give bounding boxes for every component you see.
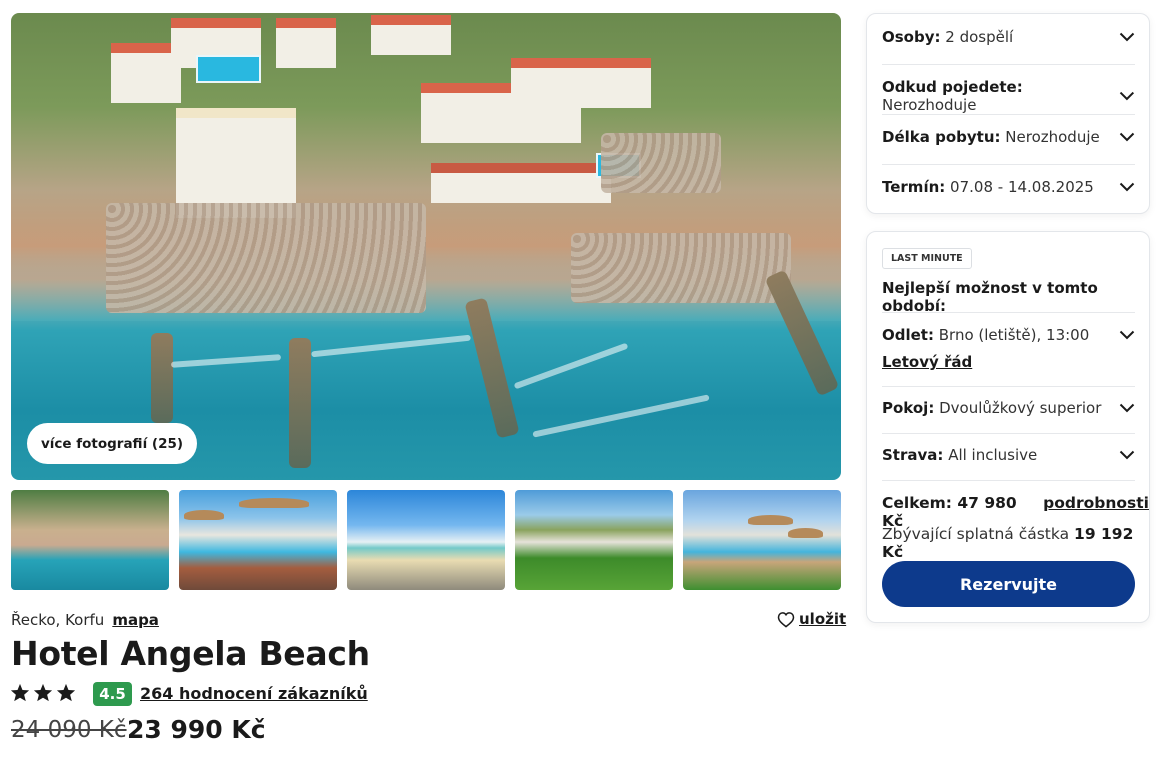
departure-from-text: Odkud pojedete: Nerozhoduje bbox=[882, 78, 1119, 114]
remaining-label: Zbývající splatná částka bbox=[882, 525, 1070, 543]
divider bbox=[882, 64, 1135, 65]
term-dropdown[interactable]: Termín: 07.08 - 14.08.2025 bbox=[882, 178, 1135, 196]
term-value: 07.08 - 14.08.2025 bbox=[950, 178, 1094, 196]
room-value: Dvoulůžkový superior bbox=[939, 399, 1102, 417]
hotel-main-photo[interactable] bbox=[11, 13, 841, 480]
departure-from-label: Odkud pojedete: bbox=[882, 78, 1023, 96]
photo-parasols bbox=[571, 233, 791, 303]
photo-building bbox=[276, 18, 336, 68]
gallery-thumbnail[interactable] bbox=[179, 490, 337, 590]
persons-label: Osoby: bbox=[882, 28, 941, 46]
offer-panel: LAST MINUTE Nejlepší možnost v tomto obd… bbox=[866, 231, 1150, 623]
persons-dropdown[interactable]: Osoby: 2 dospělí bbox=[882, 28, 1135, 46]
save-label: uložit bbox=[799, 610, 847, 628]
board-value: All inclusive bbox=[948, 446, 1038, 464]
divider bbox=[882, 312, 1135, 313]
room-dropdown[interactable]: Pokoj: Dvoulůžkový superior bbox=[882, 399, 1135, 417]
departure-from-dropdown[interactable]: Odkud pojedete: Nerozhoduje bbox=[882, 78, 1135, 114]
stay-length-label: Délka pobytu: bbox=[882, 128, 1001, 146]
remaining-amount: Zbývající splatná částka 19 192 Kč bbox=[882, 525, 1149, 561]
star-icon bbox=[33, 683, 53, 702]
gallery-thumbnail[interactable] bbox=[11, 490, 169, 590]
stay-length-dropdown[interactable]: Délka pobytu: Nerozhoduje bbox=[882, 128, 1135, 146]
search-filters-panel: Osoby: 2 dospělí Odkud pojedete: Nerozho… bbox=[866, 13, 1150, 214]
chevron-down-icon bbox=[1119, 32, 1135, 42]
photo-wave bbox=[532, 394, 710, 438]
reserve-button[interactable]: Rezervujte bbox=[882, 561, 1135, 607]
photo-pier bbox=[151, 333, 173, 423]
more-photos-button[interactable]: více fotografií (25) bbox=[27, 423, 197, 464]
gallery-thumbnail[interactable] bbox=[683, 490, 841, 590]
map-link[interactable]: mapa bbox=[112, 611, 159, 629]
photo-parasols bbox=[106, 203, 426, 313]
photo-umbrella bbox=[184, 510, 224, 520]
photo-pool bbox=[196, 55, 261, 83]
board-label: Strava: bbox=[882, 446, 944, 464]
photo-umbrella bbox=[788, 528, 823, 538]
old-price: 24 090 Kč bbox=[11, 717, 127, 743]
reviews-link[interactable]: 264 hodnocení zákazníků bbox=[140, 684, 368, 703]
photo-building bbox=[431, 163, 611, 203]
chevron-down-icon bbox=[1119, 450, 1135, 460]
board-dropdown[interactable]: Strava: All inclusive bbox=[882, 446, 1135, 464]
flight-label: Odlet: bbox=[882, 326, 934, 344]
flight-text: Odlet: Brno (letiště), 13:00 bbox=[882, 326, 1089, 344]
rating-badge: 4.5 bbox=[93, 682, 132, 706]
departure-from-value: Nerozhoduje bbox=[882, 96, 977, 114]
photo-building bbox=[176, 108, 296, 218]
hotel-location: Řecko, Korfu mapa bbox=[11, 611, 159, 629]
term-text: Termín: 07.08 - 14.08.2025 bbox=[882, 178, 1094, 196]
photo-wave bbox=[311, 334, 471, 358]
photo-parasols bbox=[601, 133, 721, 193]
location-text: Řecko, Korfu bbox=[11, 611, 105, 629]
star-rating bbox=[10, 683, 76, 702]
chevron-down-icon bbox=[1119, 330, 1135, 340]
photo-umbrella bbox=[239, 498, 309, 508]
divider bbox=[882, 114, 1135, 115]
divider bbox=[882, 480, 1135, 481]
save-button[interactable]: uložit bbox=[777, 610, 846, 628]
chevron-down-icon bbox=[1119, 91, 1135, 101]
flight-dropdown[interactable]: Odlet: Brno (letiště), 13:00 bbox=[882, 326, 1135, 344]
chevron-down-icon bbox=[1119, 132, 1135, 142]
current-price: 23 990 Kč bbox=[127, 715, 266, 744]
persons-value: 2 dospělí bbox=[945, 28, 1014, 46]
photo-wave bbox=[513, 342, 629, 390]
flight-schedule-link[interactable]: Letový řád bbox=[882, 353, 972, 371]
stay-length-text: Délka pobytu: Nerozhoduje bbox=[882, 128, 1100, 146]
divider bbox=[882, 164, 1135, 165]
star-icon bbox=[56, 683, 76, 702]
gallery-thumbnail[interactable] bbox=[347, 490, 505, 590]
divider bbox=[882, 386, 1135, 387]
chevron-down-icon bbox=[1119, 182, 1135, 192]
board-text: Strava: All inclusive bbox=[882, 446, 1037, 464]
photo-wave bbox=[170, 354, 282, 368]
flight-value: Brno (letiště), 13:00 bbox=[938, 326, 1090, 344]
persons-text: Osoby: 2 dospělí bbox=[882, 28, 1013, 46]
term-label: Termín: bbox=[882, 178, 946, 196]
divider bbox=[882, 433, 1135, 434]
hotel-name: Hotel Angela Beach bbox=[11, 634, 370, 673]
last-minute-badge: LAST MINUTE bbox=[882, 248, 972, 269]
chevron-down-icon bbox=[1119, 403, 1135, 413]
photo-building bbox=[511, 58, 651, 108]
room-label: Pokoj: bbox=[882, 399, 935, 417]
gallery-thumbnail[interactable] bbox=[515, 490, 673, 590]
heart-icon bbox=[777, 611, 795, 628]
room-text: Pokoj: Dvoulůžkový superior bbox=[882, 399, 1101, 417]
photo-building bbox=[371, 15, 451, 55]
photo-umbrella bbox=[748, 515, 793, 525]
stay-length-value: Nerozhoduje bbox=[1005, 128, 1100, 146]
best-option-heading: Nejlepší možnost v tomto období: bbox=[882, 279, 1098, 315]
star-icon bbox=[10, 683, 30, 702]
photo-pier bbox=[289, 338, 311, 468]
